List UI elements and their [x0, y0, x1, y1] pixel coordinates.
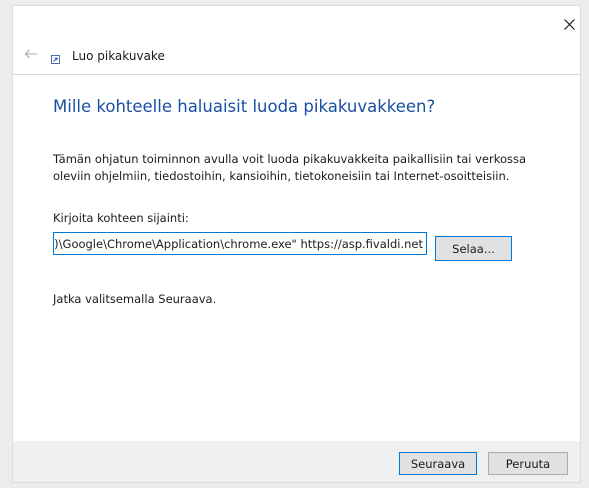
back-arrow-icon — [24, 49, 37, 59]
page-heading: Mille kohteelle haluaisit luoda pikakuva… — [53, 97, 436, 116]
next-button[interactable]: Seuraava — [399, 452, 477, 475]
close-button[interactable] — [561, 16, 577, 32]
cancel-button[interactable]: Peruuta — [488, 452, 568, 475]
location-label: Kirjoita kohteen sijainti: — [53, 211, 189, 225]
description-text: Tämän ohjatun toiminnon avulla voit luod… — [53, 152, 527, 183]
browse-button[interactable]: Selaa... — [435, 236, 512, 261]
title-separator — [13, 74, 580, 75]
close-icon — [563, 18, 575, 30]
shortcut-icon — [51, 55, 60, 64]
continue-instruction: Jatka valitsemalla Seuraava. — [53, 292, 217, 306]
window-title: Luo pikakuvake — [72, 49, 165, 63]
back-button[interactable] — [21, 46, 41, 62]
create-shortcut-dialog: Luo pikakuvake Mille kohteelle haluaisit… — [13, 6, 580, 482]
location-input[interactable]: (86)\Google\Chrome\Application\chrome.ex… — [53, 232, 427, 255]
location-input-value: (86)\Google\Chrome\Application\chrome.ex… — [53, 236, 423, 251]
